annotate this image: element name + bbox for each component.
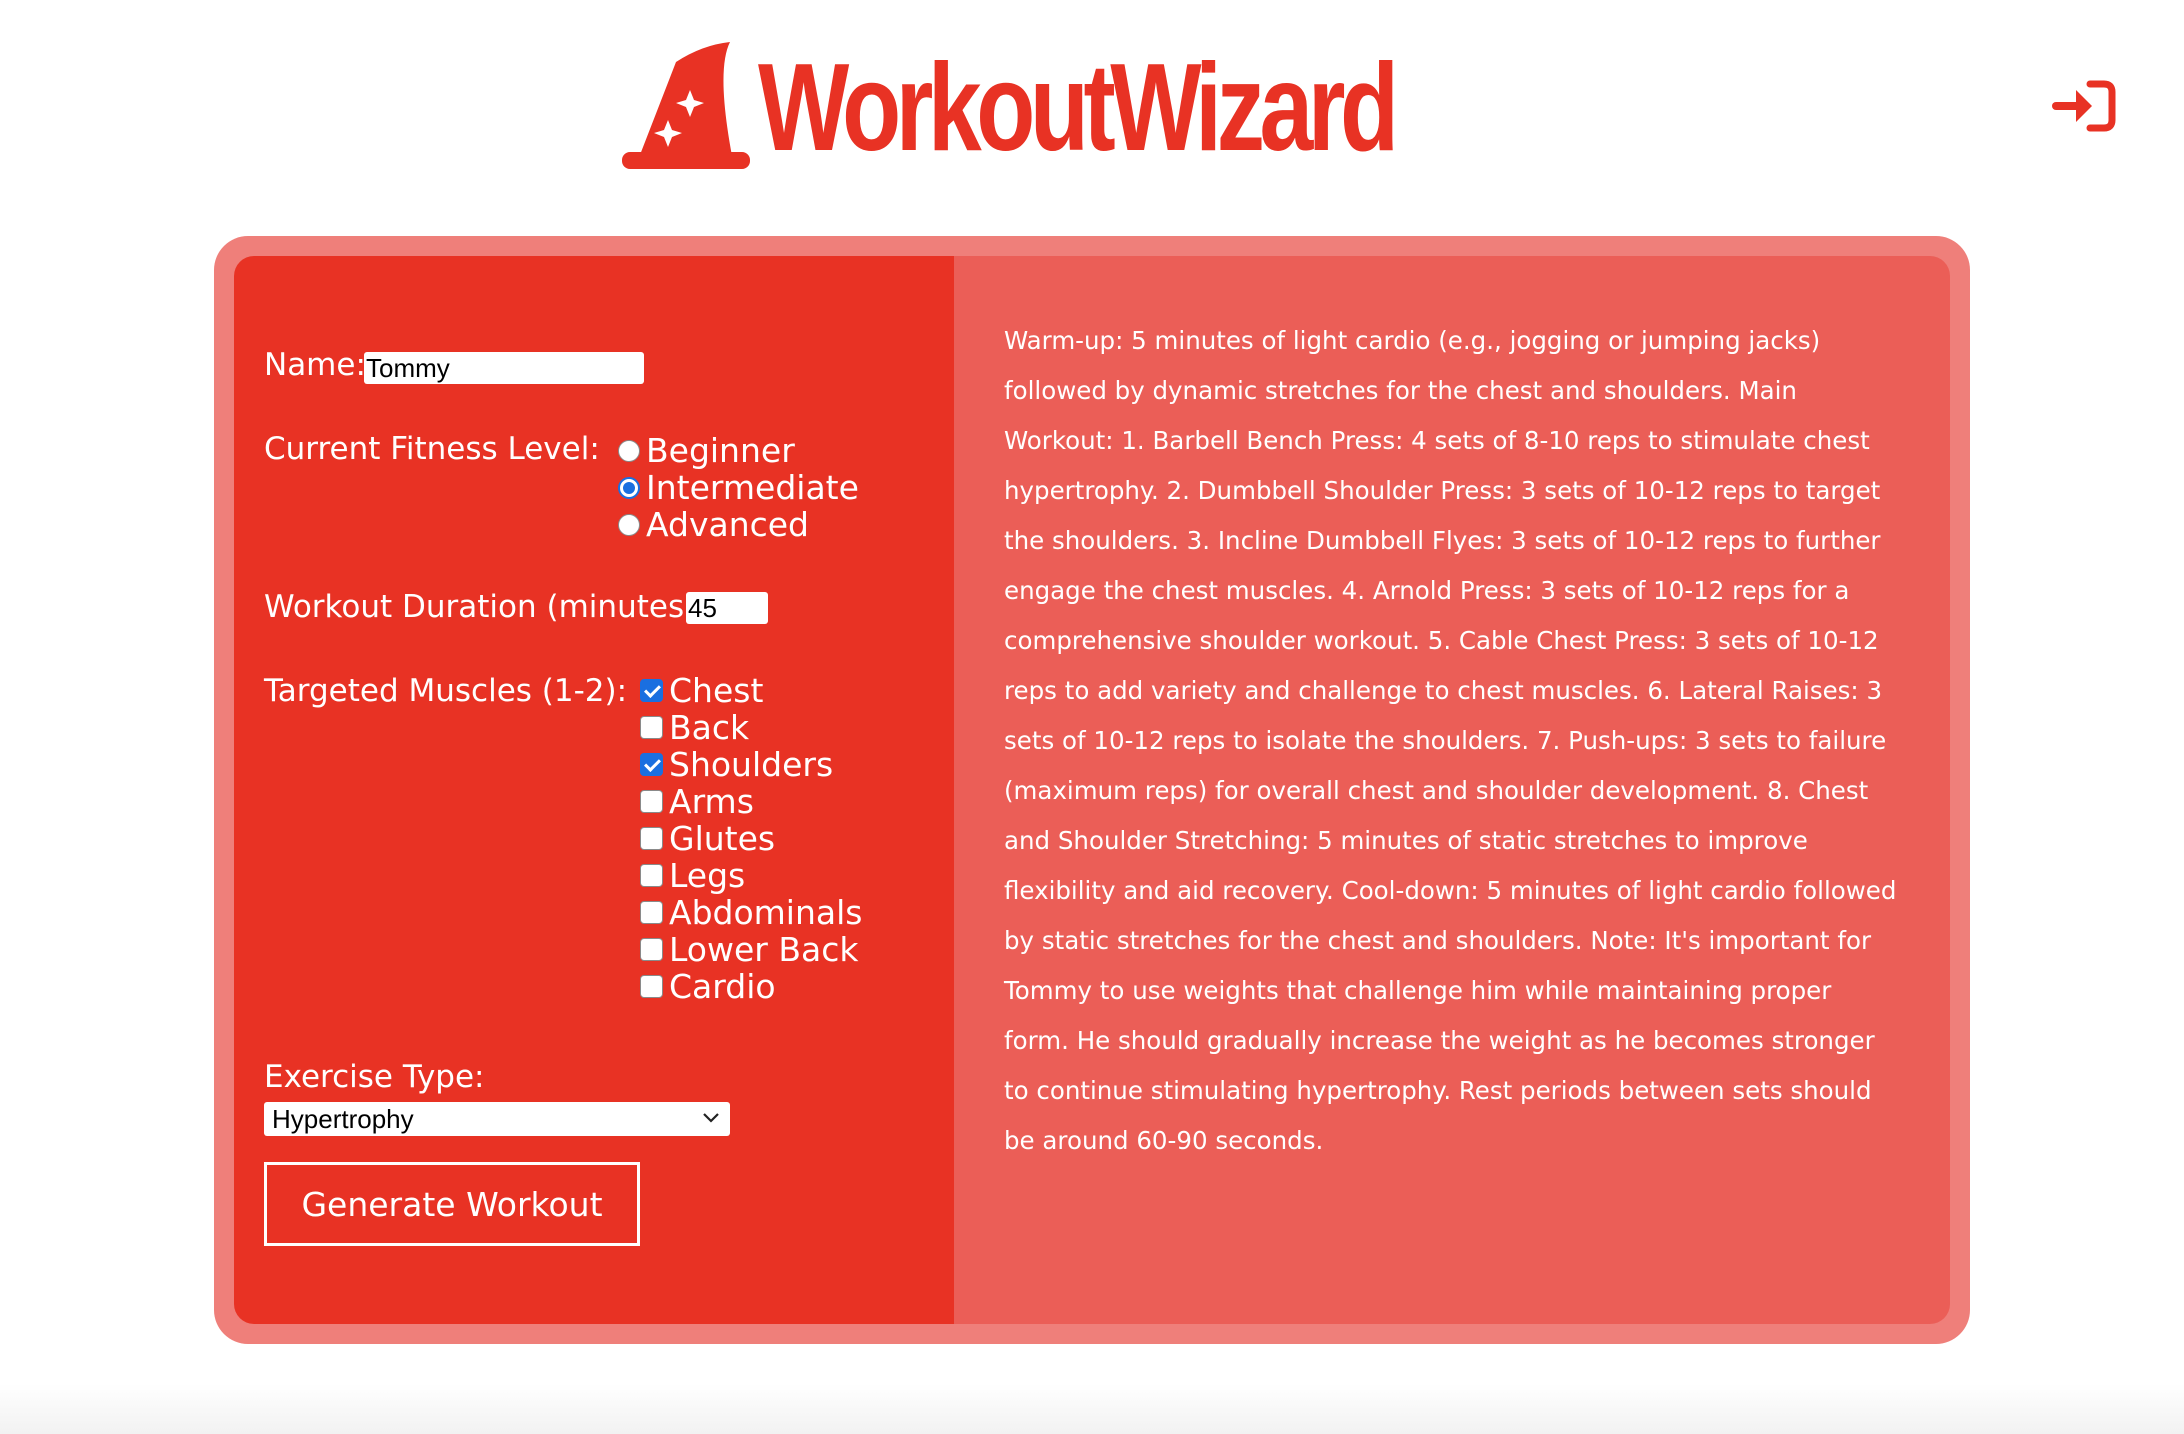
muscle-option-lower-back[interactable]: Lower Back xyxy=(640,930,859,969)
workout-panel: Name: Current Fitness Level: Beginner In… xyxy=(214,236,1970,1344)
page-bottom-shade xyxy=(0,1384,2184,1434)
muscle-option-glutes[interactable]: Glutes xyxy=(640,819,776,858)
option-label: Chest xyxy=(669,671,764,710)
option-label: Arms xyxy=(669,782,754,821)
checkbox-back[interactable] xyxy=(640,716,663,739)
name-label: Name: xyxy=(264,347,366,383)
fitness-option-beginner[interactable]: Beginner xyxy=(618,431,795,470)
checkbox-shoulders[interactable] xyxy=(640,753,663,776)
muscle-option-arms[interactable]: Arms xyxy=(640,782,754,821)
fitness-option-advanced[interactable]: Advanced xyxy=(618,505,810,544)
wizard-hat-icon xyxy=(622,42,750,169)
brand-name: WorkoutWizard xyxy=(758,38,1399,177)
targeted-muscles-label: Targeted Muscles (1-2): xyxy=(264,673,628,709)
muscle-option-legs[interactable]: Legs xyxy=(640,856,746,895)
checkbox-arms[interactable] xyxy=(640,790,663,813)
muscle-option-chest[interactable]: Chest xyxy=(640,671,764,710)
muscle-option-cardio[interactable]: Cardio xyxy=(640,967,776,1006)
muscle-option-shoulders[interactable]: Shoulders xyxy=(640,745,834,784)
option-label: Cardio xyxy=(669,967,776,1006)
radio-beginner[interactable] xyxy=(618,439,640,462)
radio-advanced[interactable] xyxy=(618,513,640,536)
option-label: Back xyxy=(669,708,750,747)
muscle-checkbox-group: Chest Back Shoulders Arms Glutes Legs Ab… xyxy=(640,671,940,1012)
muscle-option-back[interactable]: Back xyxy=(640,708,750,747)
fitness-option-intermediate[interactable]: Intermediate xyxy=(618,468,859,507)
option-label: Advanced xyxy=(646,505,810,544)
exercise-type-value: Hypertrophy xyxy=(272,1103,414,1134)
name-input[interactable] xyxy=(364,352,644,384)
radio-intermediate[interactable] xyxy=(618,476,640,499)
checkbox-lower-back[interactable] xyxy=(640,938,663,961)
header: WorkoutWizard xyxy=(0,0,2184,200)
option-label: Lower Back xyxy=(669,930,859,969)
duration-input[interactable] xyxy=(686,592,768,624)
checkbox-abdominals[interactable] xyxy=(640,901,663,924)
workout-plan-text: Warm-up: 5 minutes of light cardio (e.g.… xyxy=(1004,326,1897,1155)
sign-in-icon[interactable] xyxy=(2052,78,2118,134)
checkbox-chest[interactable] xyxy=(640,679,663,702)
logo[interactable]: WorkoutWizard xyxy=(620,40,1573,175)
option-label: Beginner xyxy=(646,431,795,470)
duration-label: Workout Duration (minutes): xyxy=(264,589,707,625)
option-label: Shoulders xyxy=(669,745,834,784)
option-label: Legs xyxy=(669,856,746,895)
option-label: Glutes xyxy=(669,819,776,858)
muscle-option-abdominals[interactable]: Abdominals xyxy=(640,893,863,932)
checkbox-cardio[interactable] xyxy=(640,975,663,998)
checkbox-legs[interactable] xyxy=(640,864,663,887)
generate-workout-button[interactable]: Generate Workout xyxy=(264,1162,640,1246)
workout-result-pane: Warm-up: 5 minutes of light cardio (e.g.… xyxy=(954,256,1950,1324)
fitness-level-label: Current Fitness Level: xyxy=(264,431,600,467)
option-label: Abdominals xyxy=(669,893,863,932)
fitness-level-group: Beginner Intermediate Advanced xyxy=(618,431,918,546)
chevron-down-icon xyxy=(703,1113,719,1123)
exercise-type-label: Exercise Type: xyxy=(264,1059,485,1095)
exercise-type-select[interactable]: Hypertrophy xyxy=(264,1102,730,1136)
checkbox-glutes[interactable] xyxy=(640,827,663,850)
option-label: Intermediate xyxy=(646,468,859,507)
workout-form: Name: Current Fitness Level: Beginner In… xyxy=(234,256,954,1324)
